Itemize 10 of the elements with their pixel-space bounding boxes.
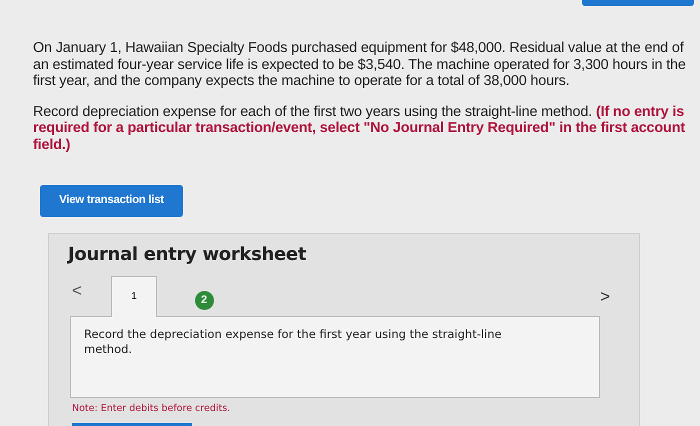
cut-off-button[interactable] <box>582 0 694 6</box>
note-text: Note: Enter debits before credits. <box>72 402 230 415</box>
entry-tab[interactable]: 2 <box>181 276 227 317</box>
entry-tab[interactable]: 1 <box>111 276 157 317</box>
instruction-text: Record the depreciation expense for the first year using the straight-line method. <box>84 326 503 357</box>
worksheet-title: Journal entry worksheet <box>68 243 308 266</box>
problem-paragraph: Record depreciation expense for each of the first two years using the straight-line method. (If no entry is required for a particular transaction/event, select "No Journal Entry Required" in the first account field.) <box>33 104 686 153</box>
cut-off-button[interactable] <box>72 423 192 426</box>
view-transaction-list-button[interactable]: View transaction list <box>40 185 183 217</box>
problem-paragraph: On January 1, Hawaiian Specialty Foods purchased equipment for $48,000. Residual value at the end of an estimated four-year service life is expected to be $3,540. The machine operated for 3,300 hours in the first year, and the company expects the machine to operate for a total of 38,000 hours. <box>33 40 687 90</box>
